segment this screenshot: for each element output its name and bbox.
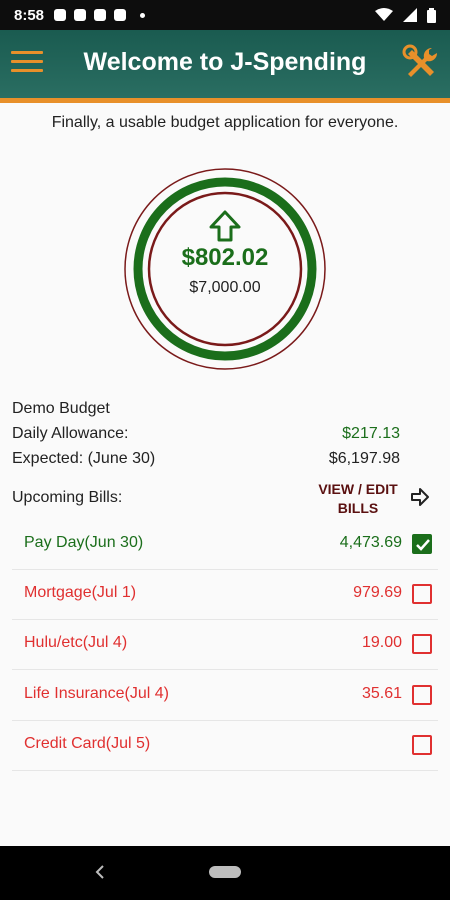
bill-name: Life Insurance(Jul 4) bbox=[24, 685, 169, 702]
bill-row[interactable]: Pay Day(Jun 30) 4,473.69 bbox=[12, 520, 438, 570]
expected-label: Expected: (June 30) bbox=[12, 450, 156, 467]
bill-paid-checkbox[interactable] bbox=[412, 534, 432, 554]
wifi-icon bbox=[375, 8, 393, 21]
notification-icon bbox=[54, 9, 67, 21]
back-icon[interactable] bbox=[92, 862, 108, 882]
upcoming-bills-label: Upcoming Bills: bbox=[12, 489, 123, 506]
bill-name: Hulu/etc(Jul 4) bbox=[24, 634, 128, 651]
bill-paid-checkbox[interactable] bbox=[412, 634, 432, 654]
arrow-right-icon[interactable] bbox=[410, 487, 430, 507]
bill-amount: 979.69 bbox=[353, 584, 402, 601]
budget-name: Demo Budget bbox=[12, 400, 110, 417]
bill-name: Credit Card(Jul 5) bbox=[24, 735, 151, 752]
bill-paid-checkbox[interactable] bbox=[412, 735, 432, 755]
bill-name: Mortgage(Jul 1) bbox=[24, 584, 137, 601]
battery-icon bbox=[427, 7, 436, 23]
status-time: 8:58 bbox=[14, 6, 45, 24]
bill-paid-checkbox[interactable] bbox=[412, 685, 432, 705]
expected-value: $6,197.98 bbox=[328, 450, 400, 467]
more-notifications-dot bbox=[140, 12, 146, 18]
bill-row[interactable]: Mortgage(Jul 1) 979.69 bbox=[12, 570, 438, 620]
up-arrow-icon bbox=[209, 210, 241, 242]
status-bar: 8:58 bbox=[0, 0, 450, 30]
signal-icon bbox=[403, 8, 417, 22]
bill-amount: 4,473.69 bbox=[339, 534, 402, 551]
bill-name: Pay Day(Jun 30) bbox=[24, 534, 144, 551]
daily-allowance-value: $217.13 bbox=[342, 425, 400, 442]
notification-icon bbox=[94, 9, 107, 21]
remaining-amount: $802.02 bbox=[181, 244, 269, 271]
bill-row[interactable]: Life Insurance(Jul 4) 35.61 bbox=[12, 671, 438, 721]
home-pill-icon[interactable] bbox=[209, 866, 241, 878]
view-edit-bills-button[interactable]: VIEW / EDIT BILLS bbox=[310, 480, 406, 518]
app-bar-accent-line bbox=[0, 98, 450, 103]
settings-tools-icon[interactable] bbox=[402, 44, 440, 82]
notification-icon bbox=[114, 9, 127, 21]
budget-total: $7,000.00 bbox=[189, 279, 261, 296]
notification-icon bbox=[74, 9, 87, 21]
bill-row[interactable]: Hulu/etc(Jul 4) 19.00 bbox=[12, 620, 438, 670]
app-title: Welcome to J-Spending bbox=[83, 48, 367, 76]
system-icons bbox=[375, 7, 436, 23]
daily-allowance-label: Daily Allowance: bbox=[12, 425, 129, 442]
bill-amount: 19.00 bbox=[361, 634, 402, 651]
bill-paid-checkbox[interactable] bbox=[412, 584, 432, 604]
bill-row[interactable]: Credit Card(Jul 5) bbox=[12, 721, 438, 771]
tagline: Finally, a usable budget application for… bbox=[51, 114, 399, 131]
notification-icons bbox=[54, 9, 146, 21]
bill-amount: 35.61 bbox=[361, 685, 402, 702]
